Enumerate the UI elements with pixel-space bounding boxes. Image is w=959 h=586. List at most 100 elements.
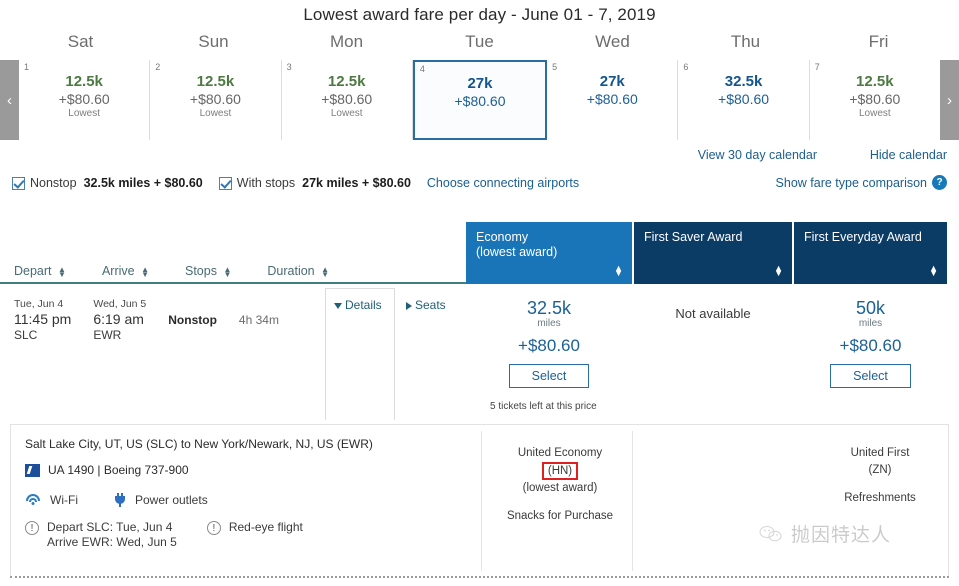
sort-stops-label: Stops (185, 264, 217, 278)
depart-time: 11:45 pm (14, 310, 71, 328)
show-fare-type-comparison[interactable]: Show fare type comparison ? (776, 175, 947, 190)
day-lowest-tag: Lowest (810, 108, 940, 119)
calendar-cells: 1 12.5k +$80.60 Lowest 2 12.5k +$80.60 L… (19, 60, 940, 140)
economy-cabin-name: United Economy (485, 445, 635, 462)
fare-cell-first-everyday: 50k miles +$80.60 Select (794, 298, 947, 388)
calendar-day-cell[interactable]: 2 12.5k +$80.60 Lowest (150, 60, 281, 140)
fare-column-header-first-saver[interactable]: First Saver Award ▲▼ (634, 222, 792, 284)
day-tax: +$80.60 (810, 91, 940, 107)
dow-label: Sun (147, 32, 280, 52)
fare-column-title: Economy (476, 230, 622, 245)
dow-label: Thu (679, 32, 812, 52)
triangle-down-icon (334, 303, 342, 309)
first-everyday-tax: +$80.60 (794, 336, 947, 356)
chevron-left-icon[interactable]: ‹ (0, 60, 19, 140)
checkmark-icon (12, 177, 25, 190)
fare-comparison-label: Show fare type comparison (776, 176, 927, 190)
amenity-power-outlets: Power outlets (114, 493, 208, 507)
day-number: 5 (552, 62, 557, 72)
sort-arrows-icon: ▲▼ (58, 267, 66, 277)
chevron-right-icon[interactable]: › (940, 60, 959, 140)
economy-lowest-award-tag: (lowest award) (485, 480, 635, 497)
sort-toggle-icon[interactable]: ▲▼ (614, 266, 623, 276)
sort-toggle-icon[interactable]: ▲▼ (774, 266, 783, 276)
flight-result-row: Tue, Jun 4 11:45 pm SLC Wed, Jun 5 6:19 … (0, 288, 959, 420)
with-stops-price: 27k miles + $80.60 (302, 176, 411, 190)
nonstop-label: Nonstop (30, 176, 77, 190)
calendar-day-cell[interactable]: 7 12.5k +$80.60 Lowest (810, 60, 940, 140)
hide-calendar-link[interactable]: Hide calendar (870, 148, 947, 162)
seats-toggle[interactable]: Seats (406, 298, 446, 312)
day-miles: 12.5k (150, 73, 280, 90)
calendar-day-cell-selected[interactable]: 4 27k +$80.60 (413, 60, 547, 140)
sort-duration[interactable]: Duration ▲▼ (267, 264, 329, 278)
view-30-day-calendar-link[interactable]: View 30 day calendar (698, 148, 817, 162)
sort-arrows-icon: ▲▼ (321, 267, 329, 277)
sort-arrive[interactable]: Arrive ▲▼ (102, 264, 149, 278)
first-saver-unavailable: Not available (634, 298, 792, 321)
day-lowest-tag: Lowest (282, 108, 412, 119)
power-outlet-icon (114, 493, 126, 507)
help-icon[interactable]: ? (932, 175, 947, 190)
triangle-right-icon (406, 302, 412, 310)
sort-stops[interactable]: Stops ▲▼ (185, 264, 231, 278)
fare-column-title: First Everyday Award (804, 230, 937, 245)
day-lowest-tag: Lowest (19, 108, 149, 119)
day-miles: 27k (415, 75, 545, 92)
day-tax: +$80.60 (150, 91, 280, 107)
fare-column-title: First Saver Award (644, 230, 782, 245)
nonstop-price: 32.5k miles + $80.60 (84, 176, 203, 190)
select-button-economy[interactable]: Select (509, 364, 590, 388)
economy-service: Snacks for Purchase (485, 508, 635, 525)
first-everyday-miles-unit: miles (794, 318, 947, 329)
depart-arrive-note: Depart SLC: Tue, Jun 4 Arrive EWR: Wed, … (47, 520, 177, 550)
flight-notes-row: ! Depart SLC: Tue, Jun 4 Arrive EWR: Wed… (25, 520, 485, 550)
fare-column-header-first-everyday[interactable]: First Everyday Award ▲▼ (794, 222, 947, 284)
calendar-day-cell[interactable]: 3 12.5k +$80.60 Lowest (282, 60, 413, 140)
first-fare-bucket: (ZN) (805, 462, 955, 479)
first-everyday-miles: 50k (794, 298, 947, 319)
day-number: 1 (24, 62, 29, 72)
filters-row: Nonstop 32.5k miles + $80.60 With stops … (0, 168, 959, 198)
red-eye-note: Red-eye flight (229, 520, 303, 535)
sort-toggle-icon[interactable]: ▲▼ (929, 266, 938, 276)
day-number: 4 (420, 64, 425, 74)
dow-label: Mon (280, 32, 413, 52)
select-button-first-everyday[interactable]: Select (830, 364, 911, 388)
checkmark-icon (219, 177, 232, 190)
fare-cell-economy: 32.5k miles +$80.60 Select (466, 298, 632, 388)
day-tax: +$80.60 (19, 91, 149, 107)
calendar-day-cell[interactable]: 1 12.5k +$80.60 Lowest (19, 60, 150, 140)
day-number: 6 (683, 62, 688, 72)
award-calendar-page: Lowest award fare per day - June 01 - 7,… (0, 0, 959, 586)
details-toggle[interactable]: Details (334, 298, 382, 312)
with-stops-checkbox[interactable]: With stops (219, 176, 302, 190)
dow-label: Wed (546, 32, 679, 52)
arrive-note-line: Arrive EWR: Wed, Jun 5 (47, 535, 177, 549)
day-number: 3 (287, 62, 292, 72)
economy-tax: +$80.60 (466, 336, 632, 356)
day-miles: 12.5k (810, 73, 940, 90)
spacer (805, 479, 955, 490)
duration-value: 4h 34m (239, 298, 279, 342)
nonstop-checkbox[interactable]: Nonstop (12, 176, 84, 190)
choose-connecting-airports-link[interactable]: Choose connecting airports (427, 176, 579, 190)
depart-segment: Tue, Jun 4 11:45 pm SLC (14, 298, 71, 342)
flight-number-row: UA 1490 | Boeing 737-900 (25, 463, 485, 477)
dow-label: Fri (812, 32, 945, 52)
day-lowest-tag: Lowest (150, 108, 280, 119)
calendar-day-cell[interactable]: 5 27k +$80.60 (547, 60, 678, 140)
panel-divider (481, 431, 482, 571)
flight-details-panel: Salt Lake City, UT, US (SLC) to New York… (10, 424, 949, 576)
first-service: Refreshments (805, 490, 955, 507)
flight-itinerary-summary: Tue, Jun 4 11:45 pm SLC Wed, Jun 5 6:19 … (14, 298, 279, 342)
stops-value: Nonstop (168, 298, 217, 342)
sort-arrows-icon: ▲▼ (223, 267, 231, 277)
day-of-week-row: Sat Sun Mon Tue Wed Thu Fri (0, 32, 959, 52)
sort-depart[interactable]: Depart ▲▼ (14, 264, 66, 278)
sort-header-row: Depart ▲▼ Arrive ▲▼ Stops ▲▼ Duration ▲▼ (0, 260, 466, 284)
calendar-day-cell[interactable]: 6 32.5k +$80.60 (678, 60, 809, 140)
day-number: 7 (815, 62, 820, 72)
fare-column-header-economy[interactable]: Economy (lowest award) ▲▼ (466, 222, 632, 284)
details-first-column: United First (ZN) Refreshments (805, 445, 955, 507)
